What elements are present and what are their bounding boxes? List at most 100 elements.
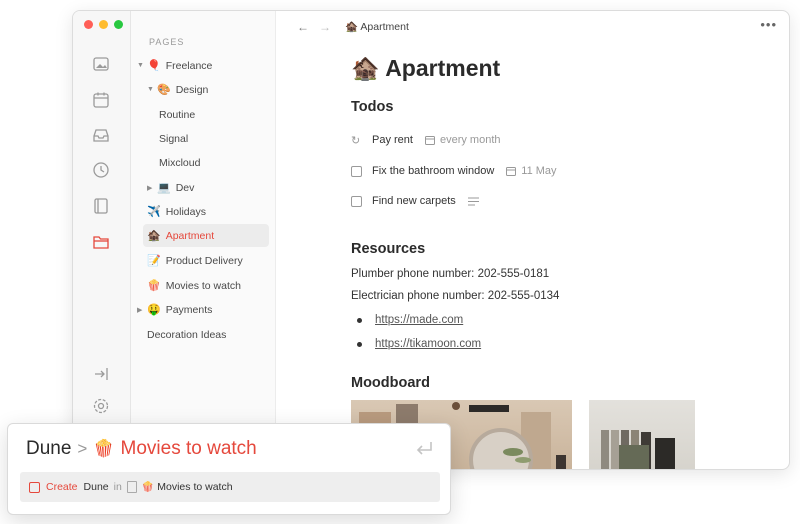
sidebar-item-product-delivery[interactable]: 📝 Product Delivery (147, 249, 273, 272)
sidebar-item-design[interactable]: ▼ 🎨 Design (147, 78, 273, 101)
query-text: Dune (26, 438, 72, 459)
expand-caret-icon[interactable]: ▶ (147, 184, 157, 192)
calendar-icon (506, 167, 517, 176)
calendar-icon[interactable] (90, 89, 112, 111)
todo-item[interactable]: ↻ Pay rent every month (351, 131, 501, 149)
todo-item[interactable]: Find new carpets (351, 192, 479, 210)
moodboard-image-2[interactable] (589, 400, 695, 469)
window-controls (84, 20, 123, 29)
sidebar-item-holidays[interactable]: ✈️ Holidays (147, 200, 273, 223)
create-suggestion-row[interactable]: Create Dune in 🍿 Movies to watch (20, 472, 440, 502)
palette-icon: 🎨 (157, 84, 171, 96)
breadcrumb-label: Apartment (360, 21, 409, 33)
sidebar-item-label: Signal (159, 132, 189, 145)
sidebar-item-label: Holidays (165, 205, 206, 218)
plumber-phone-text: Plumber phone number: 202-555-0181 (351, 268, 550, 280)
sidebar-item-label: Design (175, 83, 209, 96)
back-arrow-icon[interactable]: ← (297, 20, 309, 34)
sidebar-item-label: Apartment (165, 229, 215, 242)
todo-item[interactable]: Fix the bathroom window 11 May (351, 162, 557, 180)
sidebar-item-label: Routine (159, 108, 196, 121)
list-item: https://made.com (357, 314, 463, 326)
quick-add-popup: Dune > 🍿 Movies to watch Create Dune in … (7, 423, 451, 515)
forward-arrow-icon[interactable]: → (319, 20, 331, 34)
in-label: in (113, 481, 122, 493)
close-button[interactable] (84, 20, 93, 29)
sidebar-item-label: Decoration Ideas (147, 328, 227, 341)
sidebar-item-label: Payments (165, 303, 213, 316)
inbox-icon[interactable] (90, 124, 112, 146)
breadcrumb[interactable]: 🏚️ Apartment (345, 20, 409, 33)
destination-separator: > (77, 439, 88, 458)
link-tikamoon[interactable]: https://tikamoon.com (375, 338, 481, 350)
house-icon: 🏚️ (345, 21, 359, 33)
money-face-icon: 🤑 (147, 304, 161, 316)
minimize-button[interactable] (99, 20, 108, 29)
todo-label: Fix the bathroom window (372, 165, 495, 177)
sidebar-item-label: Movies to watch (165, 279, 241, 292)
notes-icon (467, 197, 479, 205)
sidebar-item-dev[interactable]: ▶ 💻 Dev (147, 176, 273, 199)
todo-label: Pay rent (372, 134, 413, 146)
sidebar-item-label: Dev (175, 181, 195, 194)
sidebar-item-label: Mixcloud (159, 156, 201, 169)
expand-caret-icon[interactable]: ▼ (137, 62, 147, 69)
sidebar-item-freelance[interactable]: ▼ 🎈 Freelance (137, 54, 263, 77)
new-item-name: Dune (83, 481, 109, 493)
collapse-sidebar-icon[interactable] (90, 363, 112, 385)
return-key-icon[interactable] (414, 440, 434, 458)
create-label: Create (46, 481, 78, 493)
page-title-text: Apartment (385, 55, 501, 81)
list-item: https://tikamoon.com (357, 338, 481, 350)
moodboard-heading: Moodboard (351, 375, 430, 391)
sidebar-item-payments[interactable]: ▶ 🤑 Payments (137, 298, 263, 321)
sidebar-item-mixcloud[interactable]: Mixcloud (159, 151, 285, 174)
folder-icon[interactable] (90, 231, 112, 253)
destination-page-name: Movies to watch (157, 481, 233, 493)
todo-recurrence: every month (439, 134, 501, 146)
electrician-phone-text: Electrician phone number: 202-555-0134 (351, 290, 560, 302)
resources-heading: Resources (351, 241, 426, 257)
page-title[interactable]: 🏚️ Apartment (351, 55, 500, 82)
sidebar-item-movies-to-watch[interactable]: 🍿 Movies to watch (147, 274, 273, 297)
todo-checkbox[interactable] (351, 165, 362, 177)
todo-meta: every month (424, 134, 501, 146)
memo-icon: 📝 (147, 255, 161, 267)
todos-heading: Todos (351, 99, 394, 115)
maximize-button[interactable] (114, 20, 123, 29)
todo-checkbox[interactable] (351, 195, 362, 207)
link-made[interactable]: https://made.com (375, 314, 463, 326)
todo-due-date: 11 May (521, 165, 557, 177)
settings-icon[interactable] (90, 395, 112, 417)
notebook-icon[interactable] (90, 195, 112, 217)
sidebar-item-decoration-ideas[interactable]: Decoration Ideas (147, 323, 273, 346)
house-icon: 🏚️ (351, 55, 380, 81)
calendar-icon (424, 136, 435, 145)
bullet-dot (357, 341, 362, 347)
sidebar-item-label: Freelance (165, 59, 213, 72)
popcorn-icon: 🍿 (141, 481, 155, 493)
pages-sidebar: PAGES ▼ 🎈 Freelance ▼ 🎨 Design Routine S… (131, 11, 276, 469)
more-options-icon[interactable]: ••• (760, 17, 777, 32)
todo-checkbox-icon (29, 481, 40, 493)
popcorn-icon: 🍿 (93, 439, 115, 458)
laptop-icon: 💻 (157, 182, 171, 194)
popcorn-icon: 🍿 (147, 280, 161, 292)
sidebar-item-label: Product Delivery (165, 254, 243, 267)
sidebar-item-routine[interactable]: Routine (159, 103, 285, 126)
expand-caret-icon[interactable]: ▶ (137, 306, 147, 314)
clock-icon[interactable] (90, 159, 112, 181)
image-icon[interactable] (90, 53, 112, 75)
quick-add-input[interactable]: Dune > 🍿 Movies to watch (26, 438, 257, 460)
app-window: PAGES ▼ 🎈 Freelance ▼ 🎨 Design Routine S… (72, 10, 790, 470)
history-nav: ← → (297, 20, 331, 34)
expand-caret-icon[interactable]: ▼ (147, 86, 157, 93)
destination-page: Movies to watch (120, 438, 257, 459)
todo-label: Find new carpets (372, 195, 456, 207)
todo-meta: 11 May (506, 165, 557, 177)
sidebar-header: PAGES (149, 37, 185, 47)
sidebar-item-signal[interactable]: Signal (159, 127, 285, 150)
repeat-icon[interactable]: ↻ (351, 134, 362, 147)
sidebar-item-apartment[interactable]: 🏚️ Apartment (143, 224, 269, 247)
balloon-icon: 🎈 (147, 60, 161, 72)
